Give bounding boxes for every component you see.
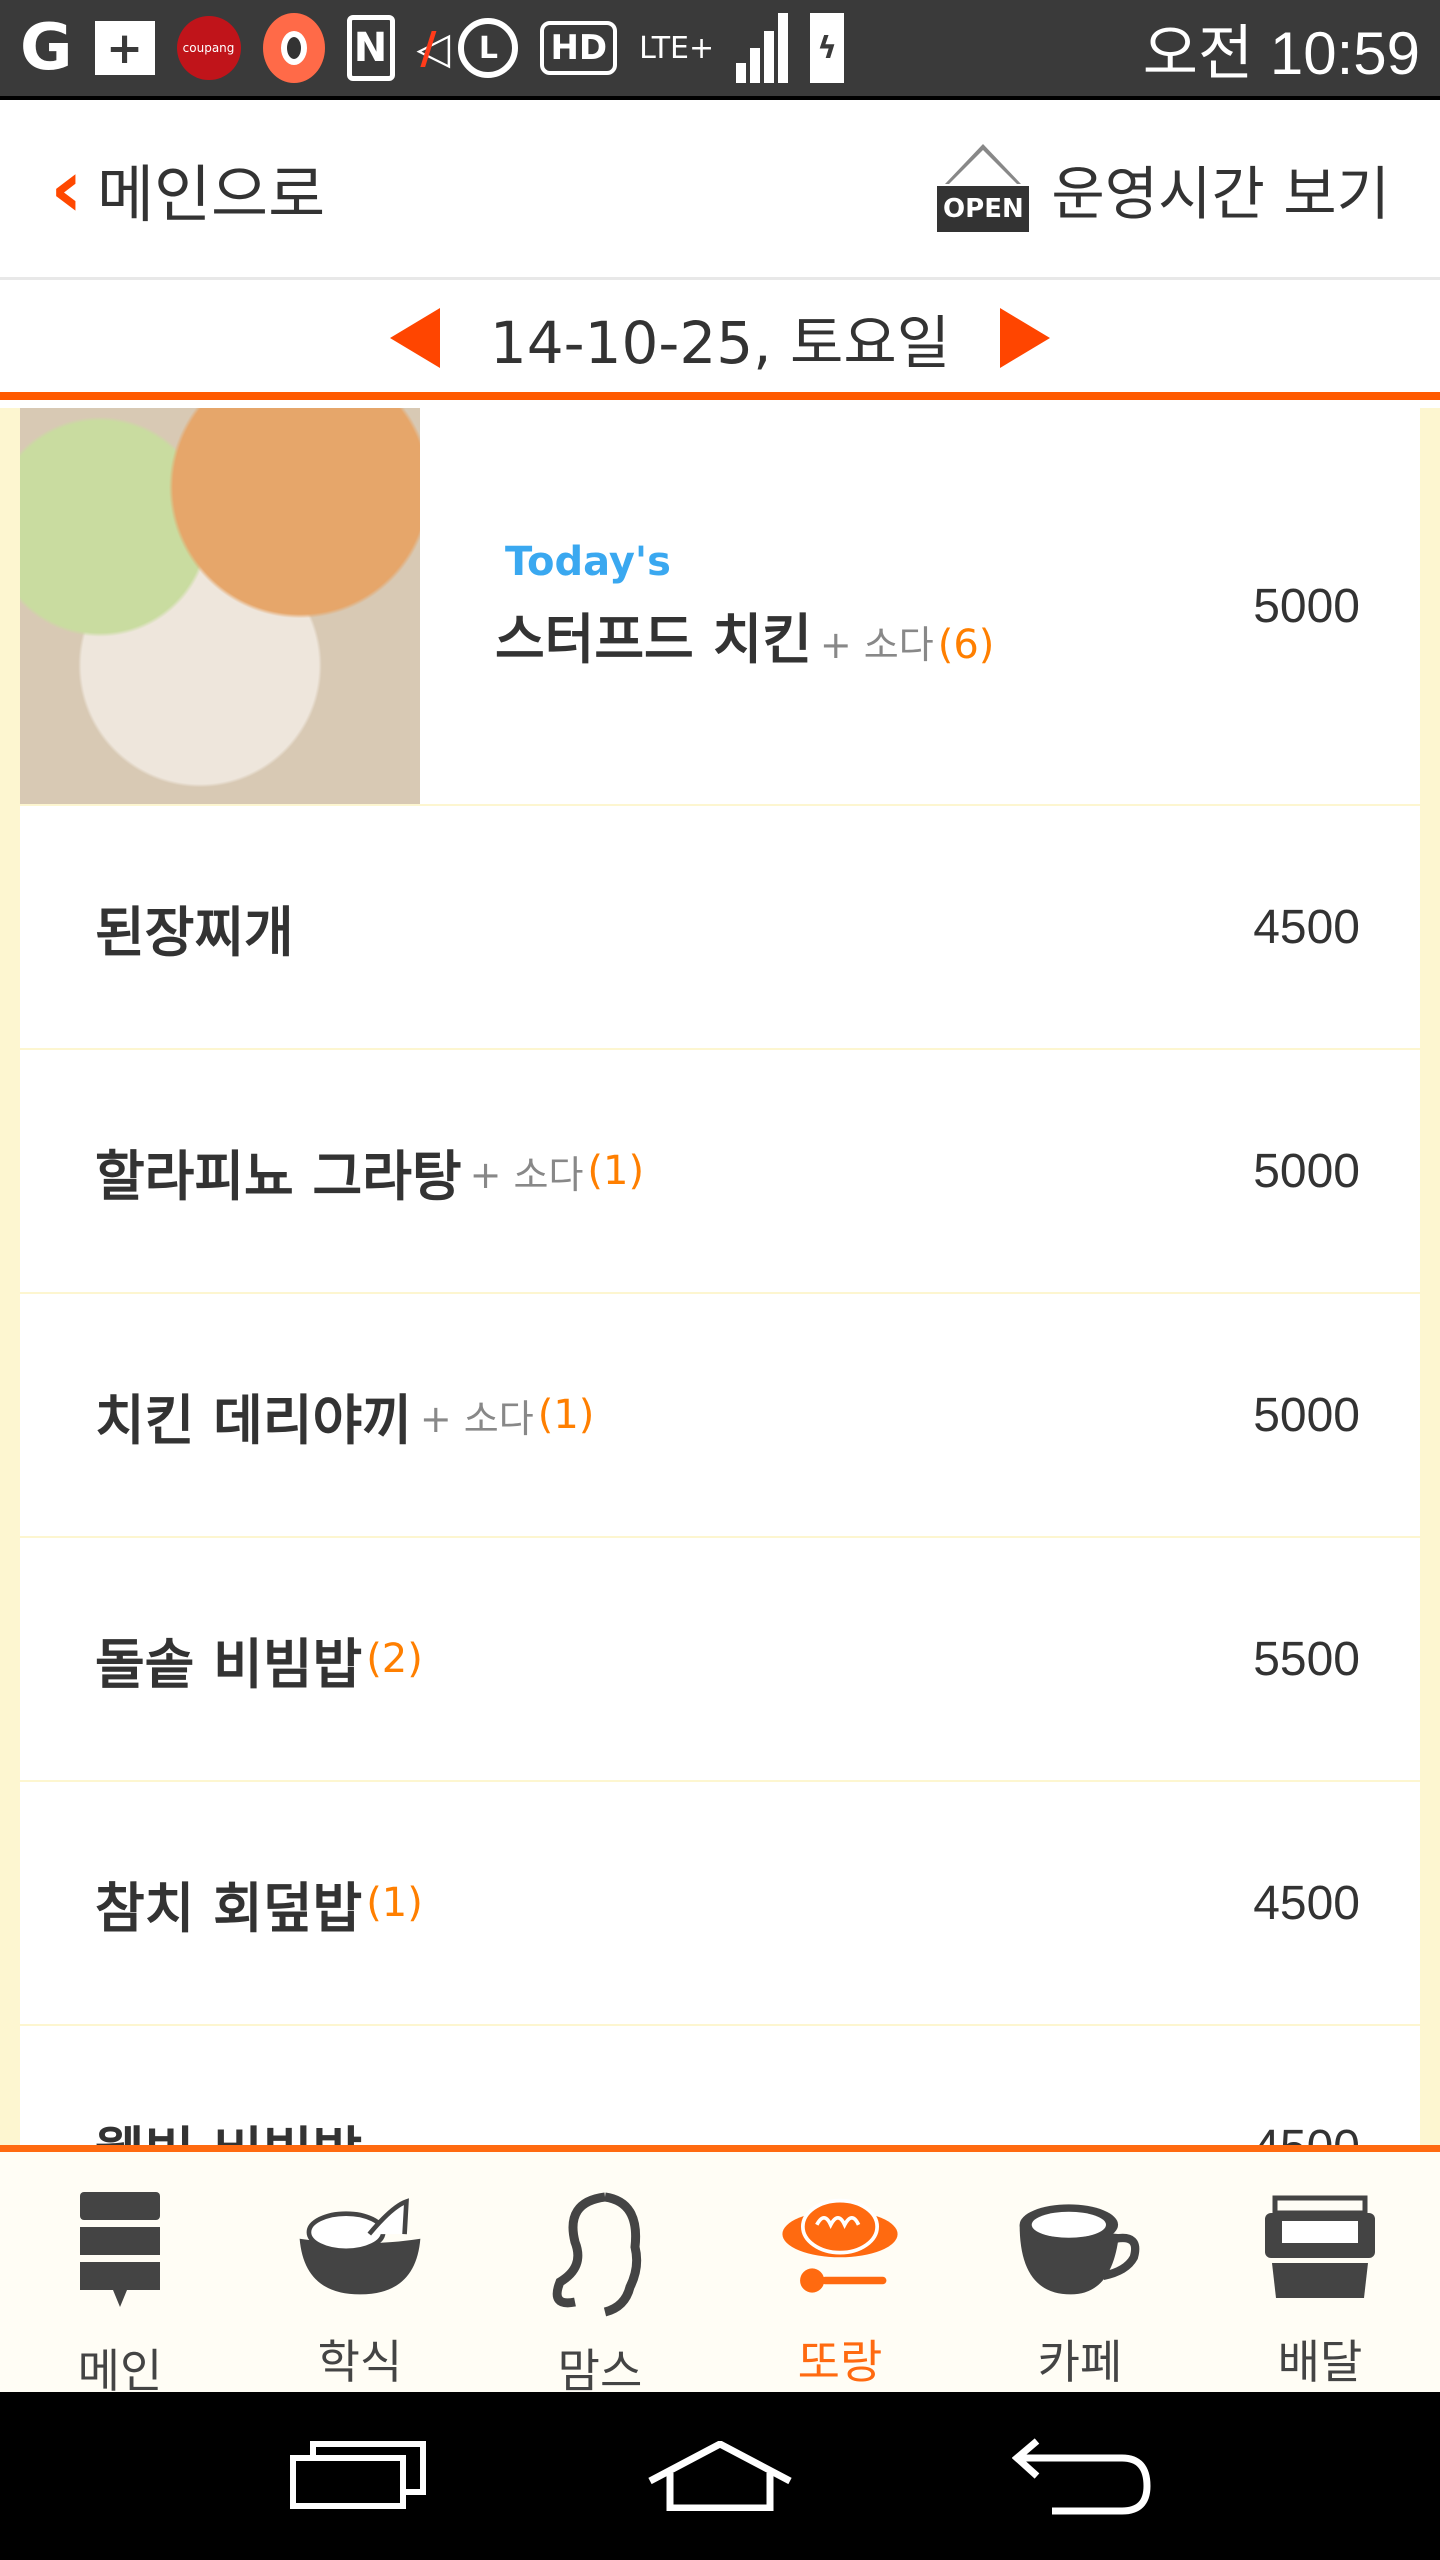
recent-apps-icon[interactable] <box>288 2441 428 2511</box>
today-badge: Today's <box>505 538 671 585</box>
tab-moms[interactable]: 맘스 <box>480 2152 720 2398</box>
battery-charging-icon: ϟ <box>810 13 845 83</box>
menu-item-extra: + 소다 <box>819 622 934 667</box>
tab-main[interactable]: 메인 <box>0 2152 240 2398</box>
menu-item-name: 할라피뇨 그라탕 <box>95 1144 462 1208</box>
previous-day-button[interactable] <box>389 307 440 368</box>
tab-label: 또랑 <box>797 2335 883 2389</box>
view-hours-button[interactable]: OPEN 운영시간 보기 <box>937 143 1390 234</box>
menu-item-count: (1) <box>366 1880 423 1926</box>
record-icon <box>262 13 325 83</box>
tab-label: 배달 <box>1277 2335 1363 2389</box>
tab-delivery[interactable]: 배달 <box>1200 2152 1440 2392</box>
menu-item-price: 4500 <box>1253 1876 1360 1930</box>
food-photo <box>20 408 420 804</box>
lte-icon: LTE+ <box>639 30 715 66</box>
chevron-left-icon: ‹ <box>50 142 83 235</box>
add-icon: + <box>94 21 155 75</box>
view-hours-label: 운영시간 보기 <box>1051 159 1390 228</box>
delivery-box-icon <box>1255 2187 1385 2308</box>
menu-item[interactable]: 치킨 데리야끼 + 소다 (1) 5000 <box>20 1294 1420 1536</box>
tab-cafeteria[interactable]: 학식 <box>240 2152 480 2392</box>
system-navigation-bar <box>0 2392 1440 2560</box>
menu-item-count: (1) <box>587 1148 645 1194</box>
menu-item-name: 돌솥 비빔밥 <box>95 1632 363 1696</box>
back-to-main-button[interactable]: ‹ 메인으로 <box>50 142 325 235</box>
open-sign-icon: OPEN <box>937 143 1030 234</box>
menu-item[interactable]: 된장찌개 4500 <box>20 806 1420 1048</box>
bottom-tab-bar: 메인 학식 맘스 또랑 카페 배달 <box>0 2152 1440 2398</box>
moms-logo-icon <box>535 2187 665 2317</box>
tab-label: 학식 <box>317 2335 403 2389</box>
status-bar: G + coupang N ◁ / L HD LTE+ ϟ 오전 10:59 <box>0 0 1440 100</box>
coffee-cup-icon <box>1015 2187 1145 2308</box>
next-day-button[interactable] <box>1000 307 1051 368</box>
nav-divider <box>0 2145 1440 2152</box>
nfc-icon: N <box>346 15 395 81</box>
menu-item[interactable]: 돌솥 비빔밥 (2) 5500 <box>20 1538 1420 1780</box>
back-icon[interactable] <box>1011 2436 1152 2516</box>
back-label: 메인으로 <box>96 157 326 231</box>
g-icon: G <box>20 11 73 85</box>
menu-item[interactable]: 할라피뇨 그라탕 + 소다 (1) 5000 <box>20 1050 1420 1292</box>
current-date: 14-10-25, 토요일 <box>489 308 951 377</box>
date-navigator: 14-10-25, 토요일 <box>0 283 1440 400</box>
tab-label: 카페 <box>1037 2335 1123 2389</box>
menu-item-price: 5000 <box>1253 1388 1360 1442</box>
header: ‹ 메인으로 OPEN 운영시간 보기 <box>0 100 1440 280</box>
menu-item-name: 된장찌개 <box>95 900 294 964</box>
menu-item-price: 5000 <box>1253 1144 1360 1198</box>
home-icon[interactable] <box>645 2441 795 2511</box>
menu-list[interactable]: Today's 스터프드 치킨 + 소다 (6) 5000 된장찌개 4500 할라피뇨… <box>0 408 1440 2152</box>
menu-item-name: 스터프드 치킨 <box>495 607 812 671</box>
mute-icon: ◁ / <box>416 22 451 74</box>
menu-item-extra: + 소다 <box>469 1152 584 1197</box>
alarm-icon: L <box>458 18 519 78</box>
menu-item-name: 치킨 데리야끼 <box>95 1388 412 1452</box>
clock: 오전 10:59 <box>1142 19 1420 87</box>
menu-item-extra: + 소다 <box>419 1396 534 1441</box>
menu-item-price: 4500 <box>1253 900 1360 954</box>
tab-cafe[interactable]: 카페 <box>960 2152 1200 2392</box>
menu-item-count: (6) <box>937 621 995 668</box>
menu-item[interactable]: 참치 회덮밥 (1) 4500 <box>20 1782 1420 2024</box>
coupang-icon: coupang <box>176 16 241 80</box>
menu-item-count: (1) <box>537 1392 595 1438</box>
menu-item-price: 5500 <box>1253 1632 1360 1686</box>
menu-board-icon <box>55 2187 185 2317</box>
omurice-icon <box>775 2187 905 2308</box>
menu-item-price: 5000 <box>1253 579 1360 633</box>
rice-bowl-icon <box>295 2187 425 2308</box>
featured-menu-item[interactable]: Today's 스터프드 치킨 + 소다 (6) 5000 <box>20 408 1420 804</box>
signal-icon <box>736 13 789 83</box>
hd-voice-icon: HD <box>540 21 618 75</box>
menu-item-count: (2) <box>366 1636 423 1682</box>
menu-item-name: 참치 회덮밥 <box>95 1876 363 1940</box>
menu-item[interactable]: 웰빙 비빔밥 4500 <box>20 2026 1420 2152</box>
tab-ttorang[interactable]: 또랑 <box>720 2152 960 2392</box>
